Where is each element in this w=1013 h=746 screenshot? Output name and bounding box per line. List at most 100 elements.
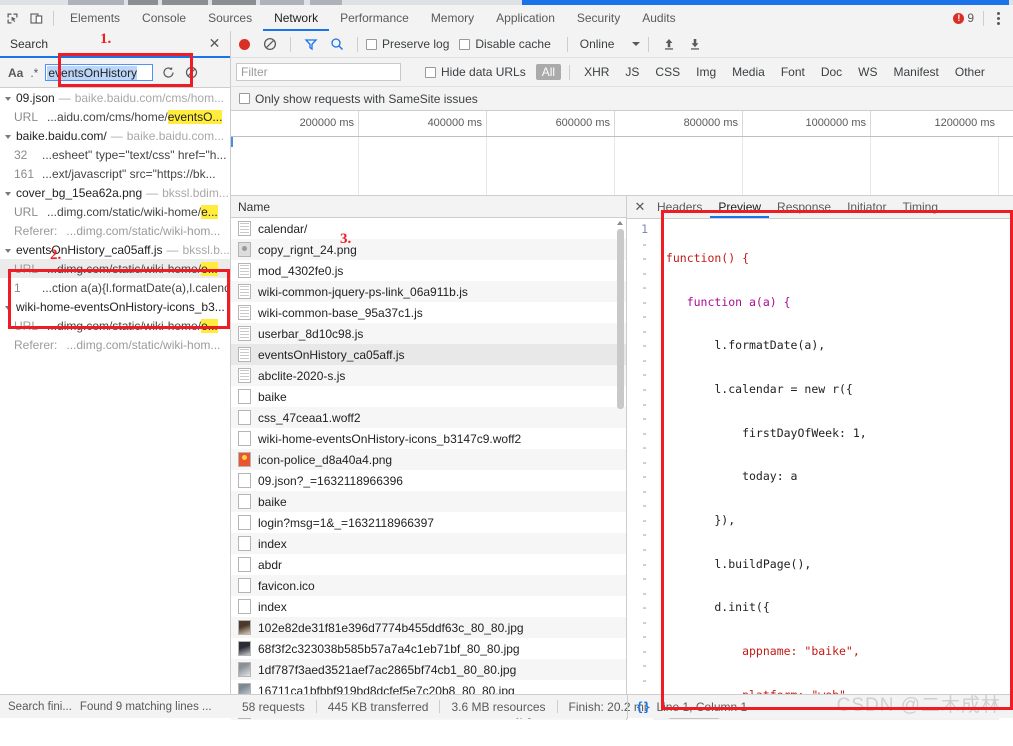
search-result-file[interactable]: wiki-home-eventsOnHistory-icons_b3... bbox=[0, 297, 230, 316]
filter-input[interactable]: Filter bbox=[236, 63, 401, 81]
request-row[interactable]: wiki-common-base_95a37c1.js bbox=[231, 302, 626, 323]
inspect-element-icon[interactable] bbox=[0, 6, 24, 30]
type-filter-manifest[interactable]: Manifest bbox=[888, 64, 945, 80]
search-result-line[interactable]: URL ...aidu.com/cms/home/eventsO... bbox=[0, 107, 230, 126]
device-toolbar-icon[interactable] bbox=[24, 6, 48, 30]
request-row[interactable]: abclite-2020-s.js bbox=[231, 365, 626, 386]
clear-icon[interactable] bbox=[258, 32, 282, 56]
type-filter-css[interactable]: CSS bbox=[649, 64, 686, 80]
detail-tab-response[interactable]: Response bbox=[769, 197, 839, 218]
tab-security[interactable]: Security bbox=[566, 6, 631, 31]
filter-funnel-icon[interactable] bbox=[299, 32, 323, 56]
request-row[interactable]: userbar_8d10c98.js bbox=[231, 323, 626, 344]
chevron-down-icon[interactable] bbox=[4, 131, 14, 141]
samesite-checkbox[interactable]: Only show requests with SameSite issues bbox=[239, 92, 486, 106]
request-row[interactable]: 09.json?_=1632118966396 bbox=[231, 470, 626, 491]
request-row[interactable]: wiki-home-eventsOnHistory-icons_b3147c9.… bbox=[231, 428, 626, 449]
hide-data-urls-checkbox[interactable]: Hide data URLs bbox=[425, 65, 534, 79]
tab-sources[interactable]: Sources bbox=[197, 6, 263, 31]
request-list-body[interactable]: calendar/ copy_rignt_24.png mod_4302fe0.… bbox=[231, 218, 626, 720]
network-overview[interactable]: 200000 ms 400000 ms 600000 ms 800000 ms … bbox=[231, 111, 1013, 196]
type-filter-doc[interactable]: Doc bbox=[815, 64, 848, 80]
tab-audits[interactable]: Audits bbox=[631, 6, 686, 31]
detail-tab-timing[interactable]: Timing bbox=[894, 197, 946, 218]
search-magnifier-icon[interactable] bbox=[325, 32, 349, 56]
search-result-line[interactable]: Referer: ...dimg.com/static/wiki-hom... bbox=[0, 221, 230, 240]
type-filter-ws[interactable]: WS bbox=[852, 64, 883, 80]
pretty-print-braces-icon[interactable]: {} bbox=[636, 700, 650, 714]
request-row[interactable]: index bbox=[231, 533, 626, 554]
request-list-scrollbar[interactable] bbox=[617, 220, 624, 718]
search-result-file[interactable]: cover_bg_15ea62a.png — bkssl.bdim... bbox=[0, 183, 230, 202]
search-result-line[interactable]: 161 ...ext/javascript" src="https://bk..… bbox=[0, 164, 230, 183]
code-preview[interactable]: 1 - - - - - - - - - - - - - - - - - - - … bbox=[627, 219, 1013, 720]
request-row[interactable]: 1df787f3aed3521aef7ac2865bf74cb1_80_80.j… bbox=[231, 659, 626, 680]
tab-performance[interactable]: Performance bbox=[329, 6, 420, 31]
search-result-line[interactable]: 32 ...esheet" type="text/css" href="h... bbox=[0, 145, 230, 164]
tab-application[interactable]: Application bbox=[485, 6, 566, 31]
request-row[interactable]: login?msg=1&_=1632118966397 bbox=[231, 512, 626, 533]
request-row[interactable]: index bbox=[231, 596, 626, 617]
refresh-icon[interactable] bbox=[160, 65, 176, 81]
search-result-line[interactable]: URL ...dimg.com/static/wiki-home/e... bbox=[0, 259, 230, 278]
detail-tab-initiator[interactable]: Initiator bbox=[839, 197, 894, 218]
request-row[interactable]: wiki-common-jquery-ps-link_06a911b.js bbox=[231, 281, 626, 302]
chevron-down-icon[interactable] bbox=[4, 93, 14, 103]
disable-cache-checkbox[interactable]: Disable cache bbox=[459, 37, 558, 51]
request-row[interactable]: icon-police_d8a40a4.png bbox=[231, 449, 626, 470]
search-result-line[interactable]: Referer: ...dimg.com/static/wiki-hom... bbox=[0, 335, 230, 354]
tab-console[interactable]: Console bbox=[131, 6, 197, 31]
record-button-icon[interactable] bbox=[239, 38, 250, 50]
chevron-down-icon[interactable] bbox=[4, 188, 14, 198]
type-filter-media[interactable]: Media bbox=[726, 64, 771, 80]
request-row[interactable]: mod_4302fe0.js bbox=[231, 260, 626, 281]
tab-network[interactable]: Network bbox=[263, 6, 329, 31]
scrollbar-thumb[interactable] bbox=[617, 229, 624, 409]
tab-memory[interactable]: Memory bbox=[420, 6, 485, 31]
match-case-toggle[interactable]: Aa bbox=[8, 66, 23, 80]
detail-tab-preview[interactable]: Preview bbox=[710, 197, 769, 218]
request-row[interactable]: 102e82de31f81e396d7774b455ddf63c_80_80.j… bbox=[231, 617, 626, 638]
search-result-line[interactable]: URL ...dimg.com/static/wiki-home/e... bbox=[0, 316, 230, 335]
close-icon[interactable]: ✕ bbox=[631, 198, 649, 216]
scroll-up-icon[interactable] bbox=[617, 220, 624, 227]
type-filter-img[interactable]: Img bbox=[690, 64, 722, 80]
preserve-log-checkbox[interactable]: Preserve log bbox=[366, 37, 457, 51]
kebab-menu-icon[interactable] bbox=[989, 8, 1007, 28]
export-har-icon[interactable] bbox=[683, 32, 707, 56]
request-row[interactable]: baike bbox=[231, 491, 626, 512]
type-filter-js[interactable]: JS bbox=[619, 64, 645, 80]
request-row[interactable]: calendar/ bbox=[231, 218, 626, 239]
request-row[interactable]: copy_rignt_24.png bbox=[231, 239, 626, 260]
search-input[interactable]: eventsOnHistory bbox=[45, 64, 154, 81]
request-list-header[interactable]: Name bbox=[231, 196, 626, 218]
request-row[interactable]: css_47ceaa1.woff2 bbox=[231, 407, 626, 428]
detail-tab-headers[interactable]: Headers bbox=[649, 197, 710, 218]
chevron-down-icon[interactable] bbox=[4, 302, 14, 312]
regex-toggle[interactable]: .* bbox=[30, 66, 38, 80]
type-filter-all[interactable]: All bbox=[535, 64, 562, 80]
search-result-file[interactable]: eventsOnHistory_ca05aff.js — bkssl.b... bbox=[0, 240, 230, 259]
code-text[interactable]: !function() { function a(a) { l.formatDa… bbox=[653, 219, 1013, 720]
error-count-badge[interactable]: ! 9 bbox=[953, 11, 974, 25]
search-results-list[interactable]: 09.json — baike.baidu.com/cms/hom... URL… bbox=[0, 88, 230, 694]
search-result-line[interactable]: URL ...dimg.com/static/wiki-home/e... bbox=[0, 202, 230, 221]
search-result-file[interactable]: 09.json — baike.baidu.com/cms/hom... bbox=[0, 88, 230, 107]
code-viewer[interactable]: 1 - - - - - - - - - - - - - - - - - - - … bbox=[627, 219, 1013, 720]
type-filter-xhr[interactable]: XHR bbox=[578, 64, 615, 80]
request-row[interactable]: baike bbox=[231, 386, 626, 407]
tab-elements[interactable]: Elements bbox=[59, 6, 131, 31]
clear-icon[interactable] bbox=[183, 65, 199, 81]
search-result-line[interactable]: 1 ...ction a(a){l.formatDate(a),l.calend… bbox=[0, 278, 230, 297]
request-row[interactable]: 68f3f2c323038b585b57a7a4c1eb71bf_80_80.j… bbox=[231, 638, 626, 659]
request-list[interactable]: Name calendar/ copy_rignt_24.png mod_430… bbox=[231, 196, 627, 720]
search-result-file[interactable]: baike.baidu.com/ — baike.baidu.com... bbox=[0, 126, 230, 145]
chevron-down-icon[interactable] bbox=[4, 245, 14, 255]
request-row[interactable]: abdr bbox=[231, 554, 626, 575]
request-row-selected[interactable]: eventsOnHistory_ca05aff.js bbox=[231, 344, 626, 365]
type-filter-font[interactable]: Font bbox=[775, 64, 811, 80]
throttling-select[interactable]: Online bbox=[580, 37, 641, 51]
close-icon[interactable]: ✕ bbox=[206, 35, 223, 52]
type-filter-other[interactable]: Other bbox=[949, 64, 991, 80]
request-row[interactable]: favicon.ico bbox=[231, 575, 626, 596]
